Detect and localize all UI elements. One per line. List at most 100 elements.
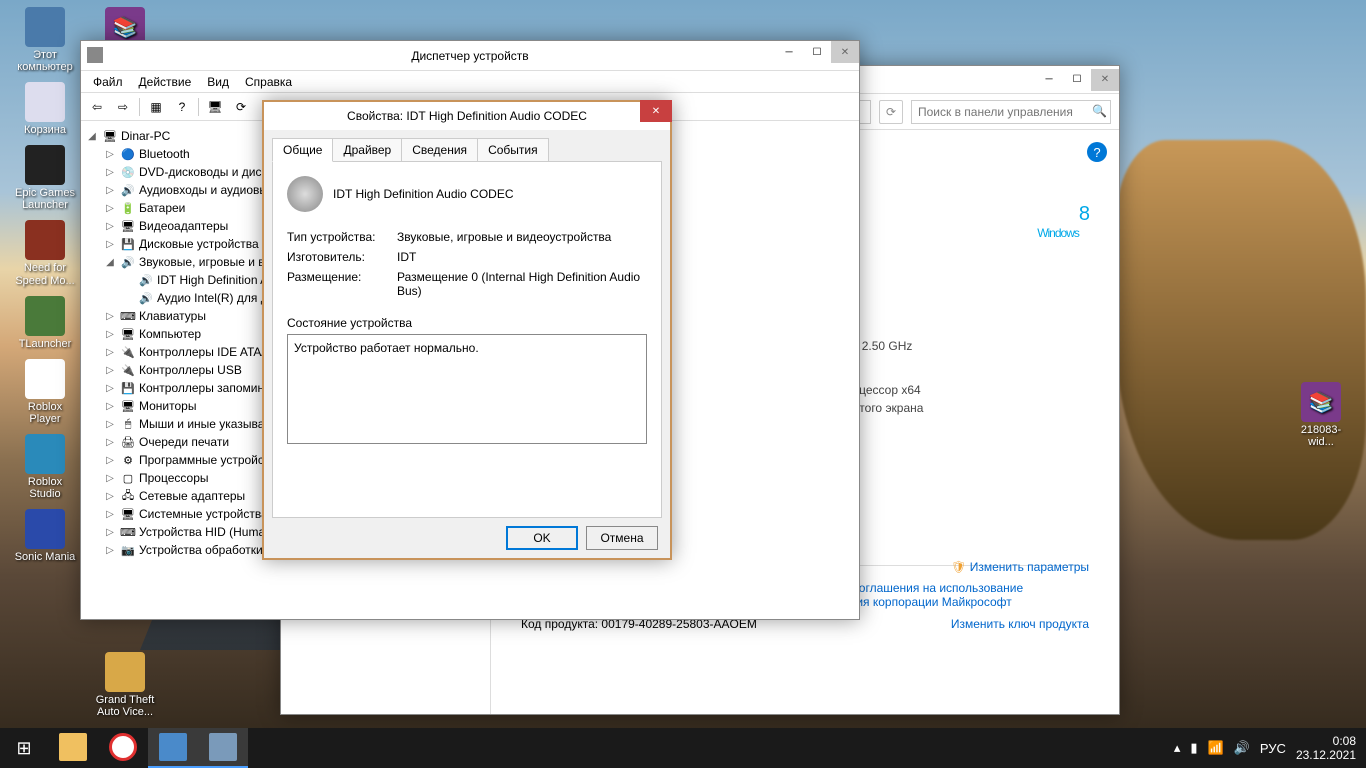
menu-действие[interactable]: Действие <box>131 73 200 91</box>
desktop-icon-5[interactable]: Roblox Player <box>10 357 80 427</box>
device-category-icon: 💿 <box>120 164 136 180</box>
cancel-button[interactable]: Отмена <box>586 526 658 550</box>
desktop-icon-6[interactable]: Roblox Studio <box>10 432 80 502</box>
properties-dialog[interactable]: Свойства: IDT High Definition Audio CODE… <box>262 100 672 560</box>
expand-icon[interactable]: ▷ <box>103 401 117 412</box>
app-icon <box>25 509 65 549</box>
close-button[interactable]: ✕ <box>640 100 672 122</box>
collapse-icon[interactable]: ◢ <box>85 131 99 142</box>
tree-node-label: Программные устройства <box>139 453 282 467</box>
tab-general: IDT High Definition Audio CODEC Тип устр… <box>272 161 662 518</box>
expand-icon[interactable]: ▷ <box>103 545 117 556</box>
app-icon <box>25 434 65 474</box>
tree-node-label: Системные устройства <box>139 507 268 521</box>
expand-icon[interactable]: ▷ <box>103 149 117 160</box>
status-textbox[interactable] <box>287 334 647 444</box>
expand-icon[interactable]: ▷ <box>103 419 117 430</box>
minimize-button[interactable]: ─ <box>775 41 803 63</box>
expand-icon[interactable]: ▷ <box>103 239 117 250</box>
expand-icon[interactable]: ▷ <box>103 311 117 322</box>
tray-chevron-icon[interactable]: ▴ <box>1174 740 1181 756</box>
expand-icon[interactable]: ▷ <box>103 167 117 178</box>
tab-1[interactable]: Драйвер <box>332 138 402 162</box>
change-key-link[interactable]: Изменить ключ продукта <box>951 617 1089 631</box>
icon-label: Корзина <box>24 124 66 136</box>
menu-файл[interactable]: Файл <box>85 73 131 91</box>
device-category-icon: ⌨ <box>120 308 136 324</box>
menu-вид[interactable]: Вид <box>199 73 237 91</box>
device-category-icon: 🖧 <box>120 488 136 504</box>
expand-icon[interactable]: ▷ <box>103 527 117 538</box>
minimize-button[interactable]: ─ <box>1035 69 1063 91</box>
tree-node-label: Мониторы <box>139 399 196 413</box>
tabs: ОбщиеДрайверСведенияСобытия <box>272 138 662 162</box>
ok-button[interactable]: OK <box>506 526 578 550</box>
tree-root-label: Dinar-PC <box>121 129 170 143</box>
desktop-icon-4[interactable]: TLauncher <box>10 294 80 352</box>
taskbar-item-control-panel[interactable] <box>148 728 198 768</box>
menubar: ФайлДействиеВидСправка <box>81 71 859 93</box>
tree-node-label: Дисковые устройства <box>139 237 259 251</box>
device-category-icon: 🔌 <box>120 344 136 360</box>
taskbar-item-explorer[interactable] <box>48 728 98 768</box>
toolbar-update-icon[interactable]: ⟳ <box>229 96 253 118</box>
nav-refresh-button[interactable]: ⟳ <box>879 100 903 124</box>
expand-icon[interactable]: ▷ <box>103 491 117 502</box>
desktop: Этот компьютер Корзина Epic Games Launcher… <box>0 0 1366 768</box>
device-category-icon: 📷 <box>120 542 136 558</box>
expand-icon[interactable]: ▷ <box>103 473 117 484</box>
maximize-button[interactable]: ☐ <box>1063 69 1091 91</box>
desktop-icon-right[interactable]: 📚 218083-wid... <box>1286 380 1356 450</box>
titlebar[interactable]: Диспетчер устройств ─ ☐ ✕ <box>81 41 859 71</box>
clock[interactable]: 0:08 23.12.2021 <box>1296 734 1356 763</box>
browser-icon <box>109 733 137 761</box>
close-button[interactable]: ✕ <box>1091 69 1119 91</box>
battery-icon[interactable]: ▮ <box>1190 740 1197 756</box>
volume-icon[interactable]: 🔊 <box>1234 740 1250 756</box>
taskbar-item-browser[interactable] <box>98 728 148 768</box>
toolbar-help-icon[interactable]: ? <box>170 96 194 118</box>
device-category-icon: 💾 <box>120 236 136 252</box>
app-icon <box>87 47 103 63</box>
maximize-button[interactable]: ☐ <box>803 41 831 63</box>
help-icon[interactable]: ? <box>1087 142 1107 162</box>
toolbar-forward-icon[interactable]: ⇨ <box>111 96 135 118</box>
language-indicator[interactable]: РУС <box>1260 741 1286 756</box>
tab-2[interactable]: Сведения <box>401 138 478 162</box>
expand-icon[interactable]: ▷ <box>103 221 117 232</box>
desktop-icon-3[interactable]: Need for Speed Mo... <box>10 218 80 288</box>
expand-icon[interactable]: ▷ <box>103 329 117 340</box>
search-input[interactable] <box>911 100 1111 124</box>
toolbar-properties-icon[interactable]: ▦ <box>144 96 168 118</box>
start-button[interactable]: ⊞ <box>0 728 48 768</box>
app-icon <box>25 82 65 122</box>
toolbar-scan-icon[interactable]: 🖥 <box>203 96 227 118</box>
menu-справка[interactable]: Справка <box>237 73 300 91</box>
clock-time: 0:08 <box>1296 734 1356 748</box>
close-button[interactable]: ✕ <box>831 41 859 63</box>
shield-icon: 🛡 <box>951 560 966 574</box>
expand-icon[interactable]: ▷ <box>103 185 117 196</box>
expand-icon[interactable]: ▷ <box>103 509 117 520</box>
change-params-link[interactable]: 🛡 Изменить параметры <box>951 560 1089 574</box>
tab-3[interactable]: События <box>477 138 549 162</box>
taskbar-item-devmgr[interactable] <box>198 728 248 768</box>
wifi-icon[interactable]: 📶 <box>1208 740 1224 756</box>
expand-icon[interactable]: ▷ <box>103 203 117 214</box>
toolbar-back-icon[interactable]: ⇦ <box>85 96 109 118</box>
expand-icon[interactable]: ▷ <box>103 437 117 448</box>
desktop-icon-2[interactable]: Epic Games Launcher <box>10 143 80 213</box>
expand-icon[interactable]: ▷ <box>103 347 117 358</box>
desktop-icon-gta[interactable]: Grand Theft Auto Vice... <box>90 650 160 720</box>
titlebar[interactable]: Свойства: IDT High Definition Audio CODE… <box>264 102 670 130</box>
desktop-icon-1[interactable]: Корзина <box>10 80 80 138</box>
expand-icon[interactable]: ▷ <box>103 455 117 466</box>
desktop-icon-0[interactable]: Этот компьютер <box>10 5 80 75</box>
expand-icon[interactable]: ◢ <box>103 257 117 268</box>
desktop-icon-7[interactable]: Sonic Mania <box>10 507 80 565</box>
expand-icon[interactable]: ▷ <box>103 383 117 394</box>
tab-0[interactable]: Общие <box>272 138 333 162</box>
icon-label: Roblox Player <box>12 401 78 425</box>
tree-node-label: Видеоадаптеры <box>139 219 228 233</box>
expand-icon[interactable]: ▷ <box>103 365 117 376</box>
